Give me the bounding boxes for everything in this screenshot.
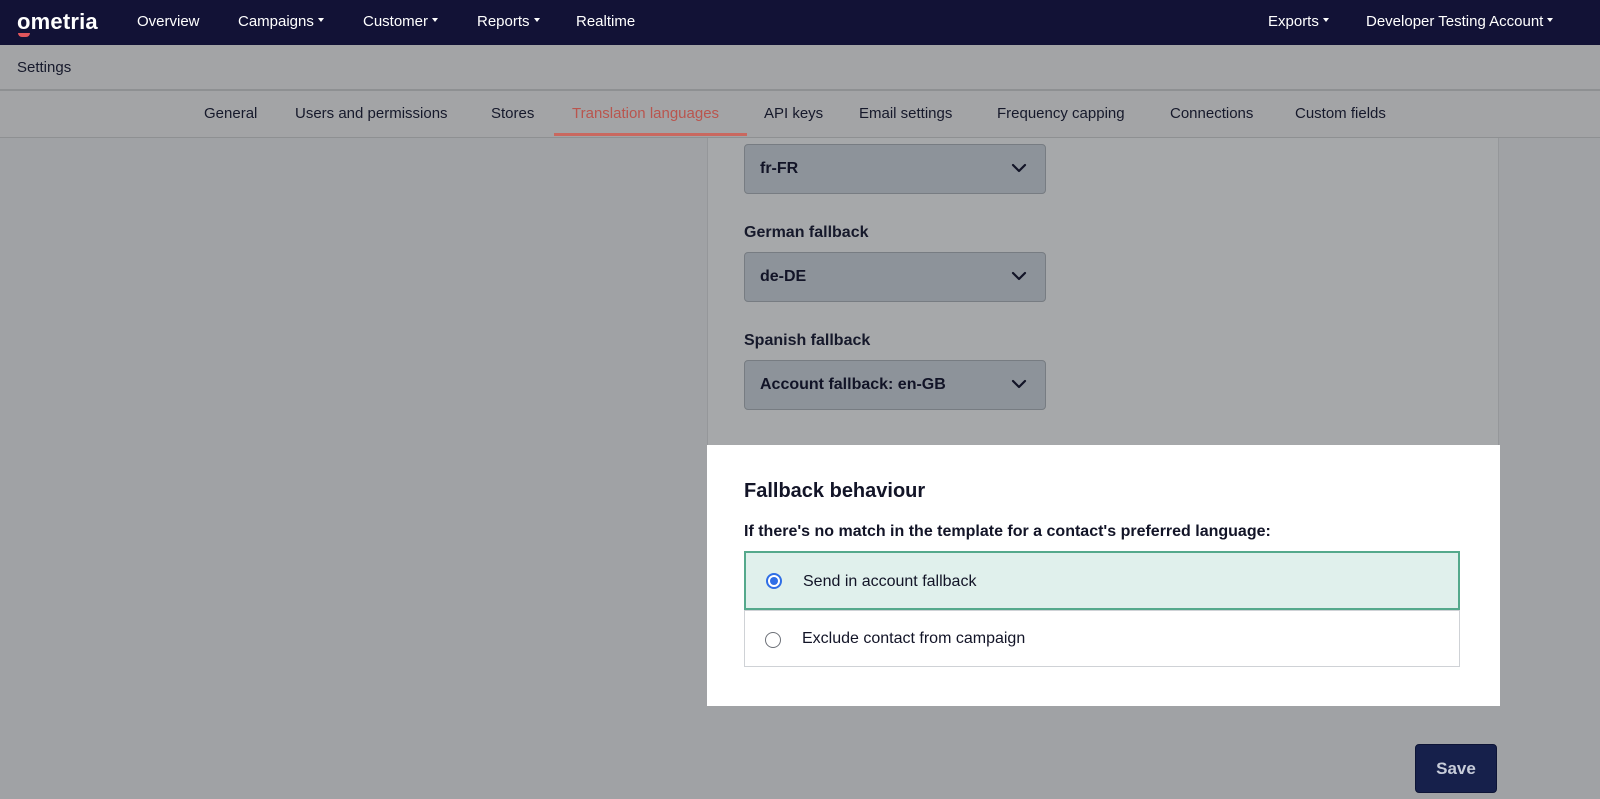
- nav-realtime-label: Realtime: [576, 13, 636, 30]
- nav-customer[interactable]: Customer: [363, 13, 439, 30]
- settings-bar: Settings: [0, 45, 1600, 91]
- tab-users-and-permissions[interactable]: Users and permissions: [295, 105, 448, 122]
- nav-reports-label: Reports: [477, 13, 530, 30]
- logo-accent-icon: [18, 33, 30, 37]
- caret-down-icon: [432, 18, 439, 23]
- nav-overview-label: Overview: [137, 13, 200, 30]
- radio-selected-icon[interactable]: [766, 573, 782, 589]
- radio-unselected-icon[interactable]: [765, 632, 781, 648]
- chevron-down-icon: [1011, 163, 1027, 173]
- top-navigation: ometria Overview Campaigns Customer Repo…: [0, 0, 1600, 45]
- fallback-behaviour-description: If there's no match in the template for …: [744, 523, 1271, 540]
- tab-stores[interactable]: Stores: [491, 105, 534, 122]
- settings-tabs: General Users and permissions Stores Tra…: [0, 91, 1600, 138]
- active-tab-indicator: [554, 133, 747, 136]
- fallback-behaviour-card: Fallback behaviour If there's no match i…: [707, 445, 1500, 706]
- fallback-behaviour-title: Fallback behaviour: [744, 480, 926, 502]
- select-value: Account fallback: en-GB: [760, 376, 946, 393]
- nav-campaigns-label: Campaigns: [238, 13, 314, 30]
- nav-campaigns[interactable]: Campaigns: [238, 13, 324, 30]
- nav-realtime[interactable]: Realtime: [576, 13, 635, 30]
- option-label: Send in account fallback: [803, 573, 977, 590]
- nav-exports[interactable]: Exports: [1268, 13, 1329, 30]
- nav-exports-label: Exports: [1268, 13, 1319, 30]
- tab-email-settings[interactable]: Email settings: [859, 105, 952, 122]
- tab-custom-fields[interactable]: Custom fields: [1295, 105, 1386, 122]
- caret-down-icon: [1547, 18, 1554, 23]
- nav-reports[interactable]: Reports: [477, 13, 540, 30]
- spanish-fallback-label: Spanish fallback: [744, 332, 871, 349]
- tab-general[interactable]: General: [204, 105, 257, 122]
- ometria-logo[interactable]: ometria: [17, 9, 98, 37]
- option-label: Exclude contact from campaign: [802, 630, 1026, 647]
- tab-connections[interactable]: Connections: [1170, 105, 1253, 122]
- chevron-down-icon: [1011, 379, 1027, 389]
- option-exclude-contact[interactable]: Exclude contact from campaign: [744, 610, 1460, 667]
- caret-down-icon: [317, 18, 324, 23]
- nav-customer-label: Customer: [363, 13, 429, 30]
- account-menu[interactable]: Developer Testing Account: [1366, 13, 1554, 30]
- tab-frequency-capping[interactable]: Frequency capping: [997, 105, 1125, 122]
- logo-text: ometria: [17, 9, 98, 34]
- nav-overview[interactable]: Overview: [137, 13, 200, 30]
- caret-down-icon: [1322, 18, 1329, 23]
- german-fallback-label: German fallback: [744, 224, 869, 241]
- caret-down-icon: [533, 18, 540, 23]
- page-title: Settings: [17, 59, 72, 76]
- select-value: fr-FR: [760, 160, 799, 177]
- tab-translation-languages[interactable]: Translation languages: [572, 105, 719, 122]
- german-fallback-select[interactable]: de-DE: [744, 252, 1046, 302]
- chevron-down-icon: [1011, 271, 1027, 281]
- french-fallback-select[interactable]: fr-FR: [744, 144, 1046, 194]
- tab-api-keys[interactable]: API keys: [764, 105, 823, 122]
- save-button[interactable]: Save: [1415, 744, 1497, 793]
- option-send-in-account-fallback[interactable]: Send in account fallback: [744, 551, 1460, 610]
- select-value: de-DE: [760, 268, 807, 285]
- spanish-fallback-select[interactable]: Account fallback: en-GB: [744, 360, 1046, 410]
- account-name: Developer Testing Account: [1366, 13, 1544, 30]
